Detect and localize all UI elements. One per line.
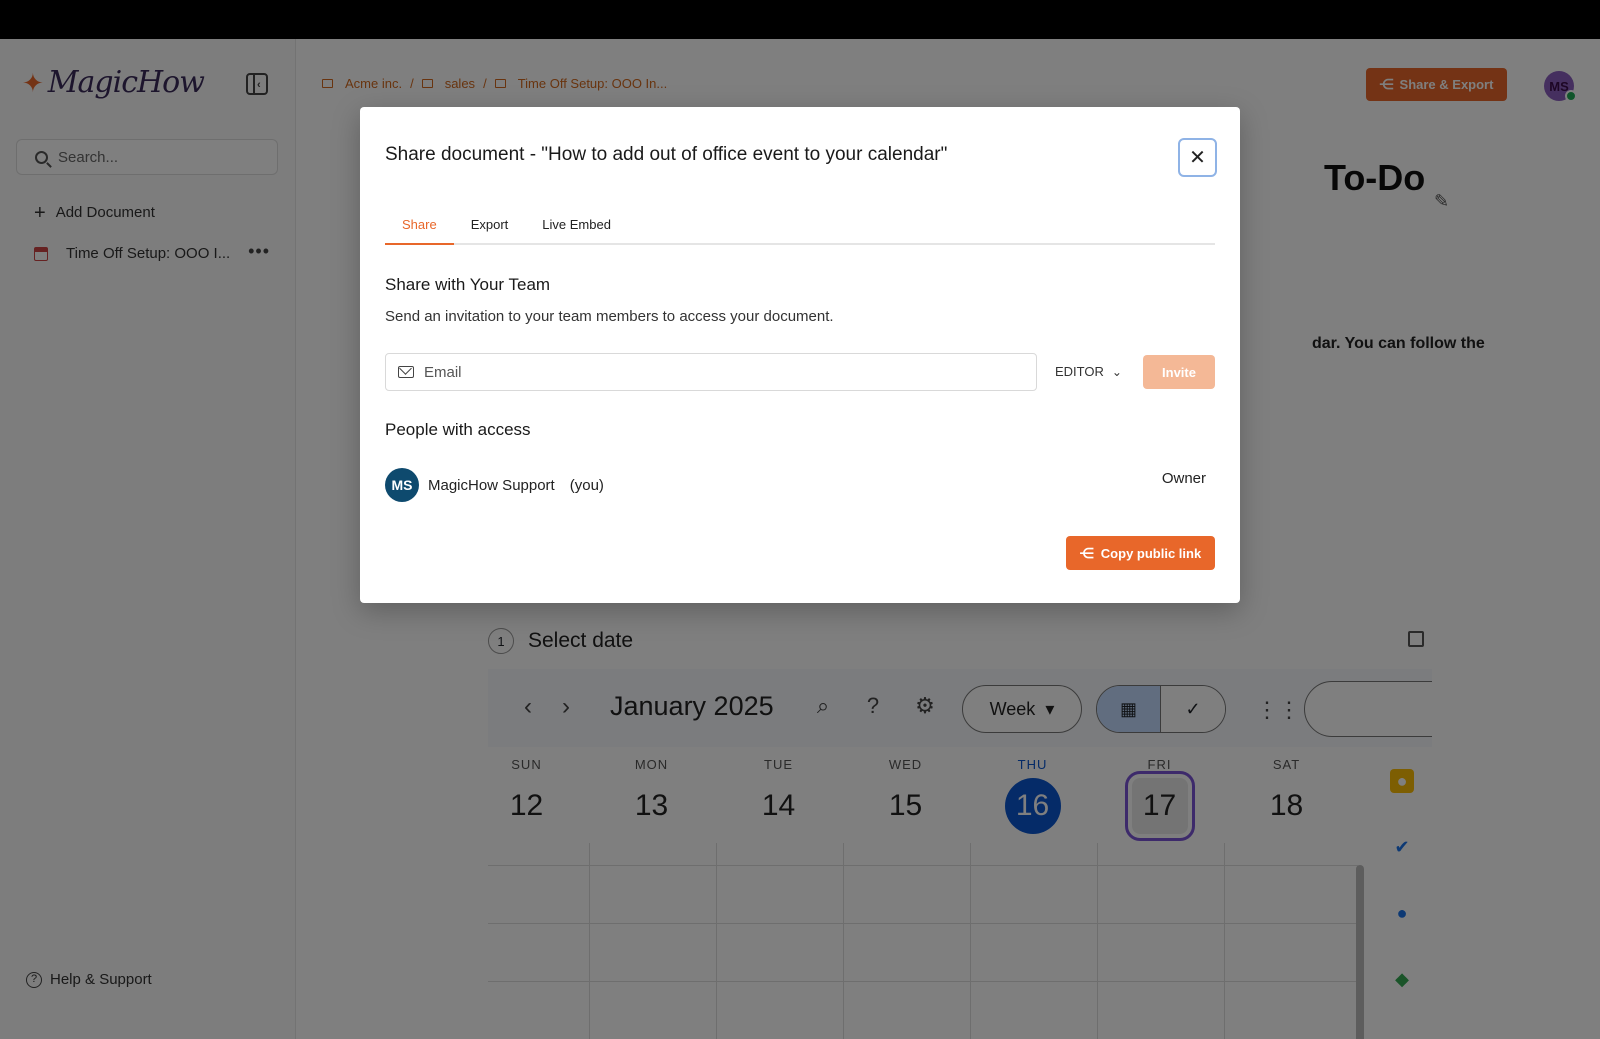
share-section-description: Send an invitation to your team members … xyxy=(385,308,834,325)
top-black-bar xyxy=(0,0,1600,39)
access-section-title: People with access xyxy=(385,420,531,439)
close-button[interactable]: ✕ xyxy=(1178,138,1217,177)
tab-share[interactable]: Share xyxy=(385,207,454,245)
tab-live-embed[interactable]: Live Embed xyxy=(525,207,628,245)
email-input[interactable] xyxy=(424,363,1024,381)
share-section-title: Share with Your Team xyxy=(385,275,551,294)
role-label: EDITOR xyxy=(1055,364,1104,379)
chevron-down-icon: ⌄ xyxy=(1111,364,1122,379)
person-name: MagicHow Support xyxy=(428,476,555,494)
invite-button[interactable]: Invite xyxy=(1143,355,1215,389)
email-field[interactable] xyxy=(385,353,1037,391)
role-dropdown[interactable]: EDITOR ⌄ xyxy=(1055,364,1122,379)
mail-icon xyxy=(398,366,414,378)
tab-export[interactable]: Export xyxy=(454,207,526,245)
person-role: Owner xyxy=(1161,470,1206,487)
close-icon: ✕ xyxy=(1189,147,1206,169)
avatar: MS xyxy=(385,468,419,502)
person-you-label: (you) xyxy=(569,476,604,494)
list-item: MS MagicHow Support (you) Owner xyxy=(385,468,1215,502)
copy-link-label: Copy public link xyxy=(1100,545,1202,561)
copy-public-link-button[interactable]: ⋲ Copy public link xyxy=(1066,536,1215,570)
dialog-tabs: Share Export Live Embed xyxy=(385,207,1215,245)
share-dialog: Share document - "How to add out of offi… xyxy=(360,107,1240,603)
dialog-title: Share document - "How to add out of offi… xyxy=(385,144,948,165)
share-icon: ⋲ xyxy=(1079,544,1094,561)
